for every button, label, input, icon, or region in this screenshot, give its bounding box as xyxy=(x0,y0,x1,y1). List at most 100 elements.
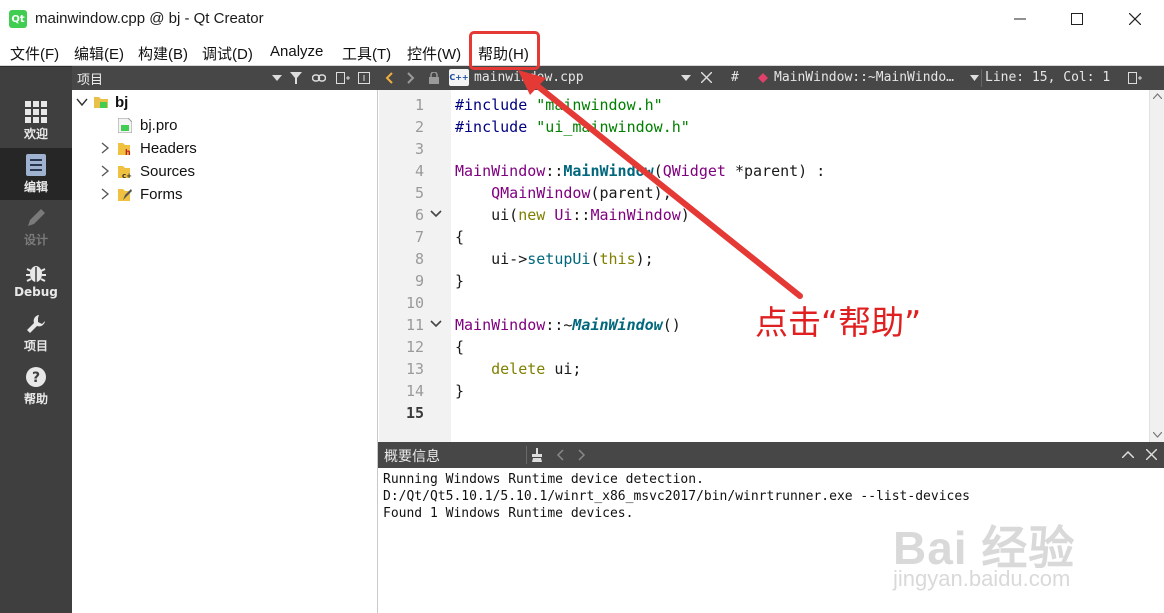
mode-welcome[interactable]: 欢迎 xyxy=(0,95,72,147)
fold-chevron-icon[interactable] xyxy=(430,320,442,328)
line-number: 9 xyxy=(414,272,424,290)
tree-item-bj[interactable]: bj xyxy=(76,91,128,113)
project-pane-toolbar: 项目 xyxy=(72,66,378,90)
code-token: (parent), xyxy=(590,184,672,202)
tree-item-forms[interactable]: Forms xyxy=(100,183,183,205)
code-token: MainWindow xyxy=(590,206,681,224)
menu-file[interactable]: 文件(F) xyxy=(10,43,59,64)
tree-item-label: bj xyxy=(115,93,129,111)
mode-projects[interactable]: 项目 xyxy=(0,307,72,359)
mode-debug[interactable]: Debug xyxy=(0,254,72,306)
method-icon xyxy=(758,73,768,83)
menu-debug[interactable]: 调试(D) xyxy=(202,43,253,64)
code-token: ui( xyxy=(455,206,519,224)
code-token: MainWindow xyxy=(563,162,654,180)
mode-label: 编辑 xyxy=(23,179,48,194)
baidu-watermark: Bai 经验 jingyan.baidu.com xyxy=(893,512,1075,591)
line-number: 11 xyxy=(405,316,424,334)
minimize-button[interactable] xyxy=(993,0,1047,38)
chevron-down-icon xyxy=(76,98,88,107)
symbol-selector[interactable]: MainWindow::~MainWindo… xyxy=(774,70,954,85)
code-token: QMainWindow xyxy=(491,184,591,202)
menu-controls[interactable]: 控件(W) xyxy=(407,43,461,64)
menu-tools[interactable]: 工具(T) xyxy=(342,43,391,64)
mode-edit[interactable]: 编辑 xyxy=(0,148,72,200)
code-line: MainWindow::~MainWindow() xyxy=(455,316,681,334)
highlight-box xyxy=(469,31,540,70)
close-pane-icon[interactable] xyxy=(1146,449,1157,460)
svg-text:h: h xyxy=(125,148,131,156)
header-folder-icon: h xyxy=(118,142,131,156)
grid-icon xyxy=(25,100,47,123)
file-selector[interactable]: mainwindow.cpp xyxy=(474,70,584,85)
bug-icon xyxy=(26,266,46,282)
code-token: :: xyxy=(545,162,564,180)
code-token: ::~ xyxy=(545,316,573,334)
code-line: ui->setupUi(this); xyxy=(455,250,654,268)
fold-chevron-icon[interactable] xyxy=(430,210,442,218)
code-token: ( xyxy=(653,162,663,180)
line-number: 10 xyxy=(405,294,424,312)
line-number: 12 xyxy=(405,338,424,356)
close-button[interactable] xyxy=(1108,0,1162,38)
chevron-down-icon[interactable] xyxy=(681,75,691,81)
cursor-position[interactable]: Line: 15, Col: 1 xyxy=(985,70,1110,85)
tree-item-label: Headers xyxy=(140,139,197,157)
link-icon[interactable] xyxy=(312,72,326,84)
mode-design[interactable]: 设计 xyxy=(0,201,72,253)
clean-icon[interactable] xyxy=(532,448,546,462)
mode-help[interactable]: ? 帮助 xyxy=(0,360,72,412)
line-number: 5 xyxy=(414,184,424,202)
split-icon[interactable] xyxy=(1128,72,1142,84)
folder-project-icon xyxy=(94,97,108,108)
maximize-icon xyxy=(1071,13,1083,25)
menu-edit[interactable]: 编辑(E) xyxy=(74,43,124,64)
annotation-text: 点击“帮助” xyxy=(755,303,922,342)
prev-arrow-icon[interactable] xyxy=(556,449,564,461)
chevron-down-icon[interactable] xyxy=(272,75,282,81)
lock-icon[interactable] xyxy=(429,72,439,84)
editor-scrollbar[interactable] xyxy=(1149,90,1164,442)
mode-label: 设计 xyxy=(23,232,48,247)
code-token: "mainwindow.h" xyxy=(536,96,663,114)
maximize-pane-icon[interactable] xyxy=(1122,451,1134,458)
code-token: ); xyxy=(635,250,654,268)
line-number: 4 xyxy=(414,162,424,180)
code-line: QMainWindow(parent), xyxy=(455,184,672,202)
code-token: ui; xyxy=(545,360,582,378)
scroll-up-icon[interactable] xyxy=(1153,93,1162,99)
filter-icon[interactable] xyxy=(290,72,302,84)
code-line: #include "ui_mainwindow.h" xyxy=(455,118,690,136)
back-arrow-icon[interactable] xyxy=(385,72,393,84)
maximize-button[interactable] xyxy=(1050,0,1104,38)
close-file-icon[interactable] xyxy=(701,72,712,83)
output-line: D:/Qt/Qt5.10.1/5.10.1/winrt_x86_msvc2017… xyxy=(383,489,970,504)
tree-item-headers[interactable]: h Headers xyxy=(100,137,197,159)
code-editor[interactable]: #include "mainwindow.h" #include "ui_mai… xyxy=(451,90,1149,442)
preprocessor-button[interactable]: # xyxy=(731,70,739,85)
qt-logo-icon: Qt xyxy=(9,10,27,28)
code-line: #include "mainwindow.h" xyxy=(455,96,663,114)
project-pane-title[interactable]: 项目 xyxy=(77,69,103,88)
cpp-file-icon: C++ xyxy=(449,69,469,86)
code-token: delete xyxy=(491,360,546,378)
next-arrow-icon[interactable] xyxy=(578,449,586,461)
tree-item-label: Forms xyxy=(140,185,183,203)
close-pane-icon[interactable] xyxy=(358,72,370,84)
line-number: 3 xyxy=(414,140,424,158)
scroll-down-icon[interactable] xyxy=(1153,432,1162,438)
chevron-down-icon[interactable] xyxy=(970,75,979,81)
split-icon[interactable] xyxy=(336,72,350,84)
title-bar: Qt mainwindow.cpp @ bj - Qt Creator xyxy=(0,0,1164,38)
menu-build[interactable]: 构建(B) xyxy=(138,43,188,64)
menu-analyze[interactable]: Analyze xyxy=(270,43,323,60)
chevron-right-icon xyxy=(101,188,110,200)
tree-item-sources[interactable]: c+ Sources xyxy=(100,160,195,182)
line-number: 13 xyxy=(405,360,424,378)
window-title: mainwindow.cpp @ bj - Qt Creator xyxy=(35,10,264,27)
forward-arrow-icon[interactable] xyxy=(407,72,415,84)
line-number-gutter: 1 2 3 4 5 6 7 8 9 10 11 12 13 14 15 xyxy=(379,90,451,442)
tree-item-pro-file[interactable]: bj.pro xyxy=(118,114,178,136)
